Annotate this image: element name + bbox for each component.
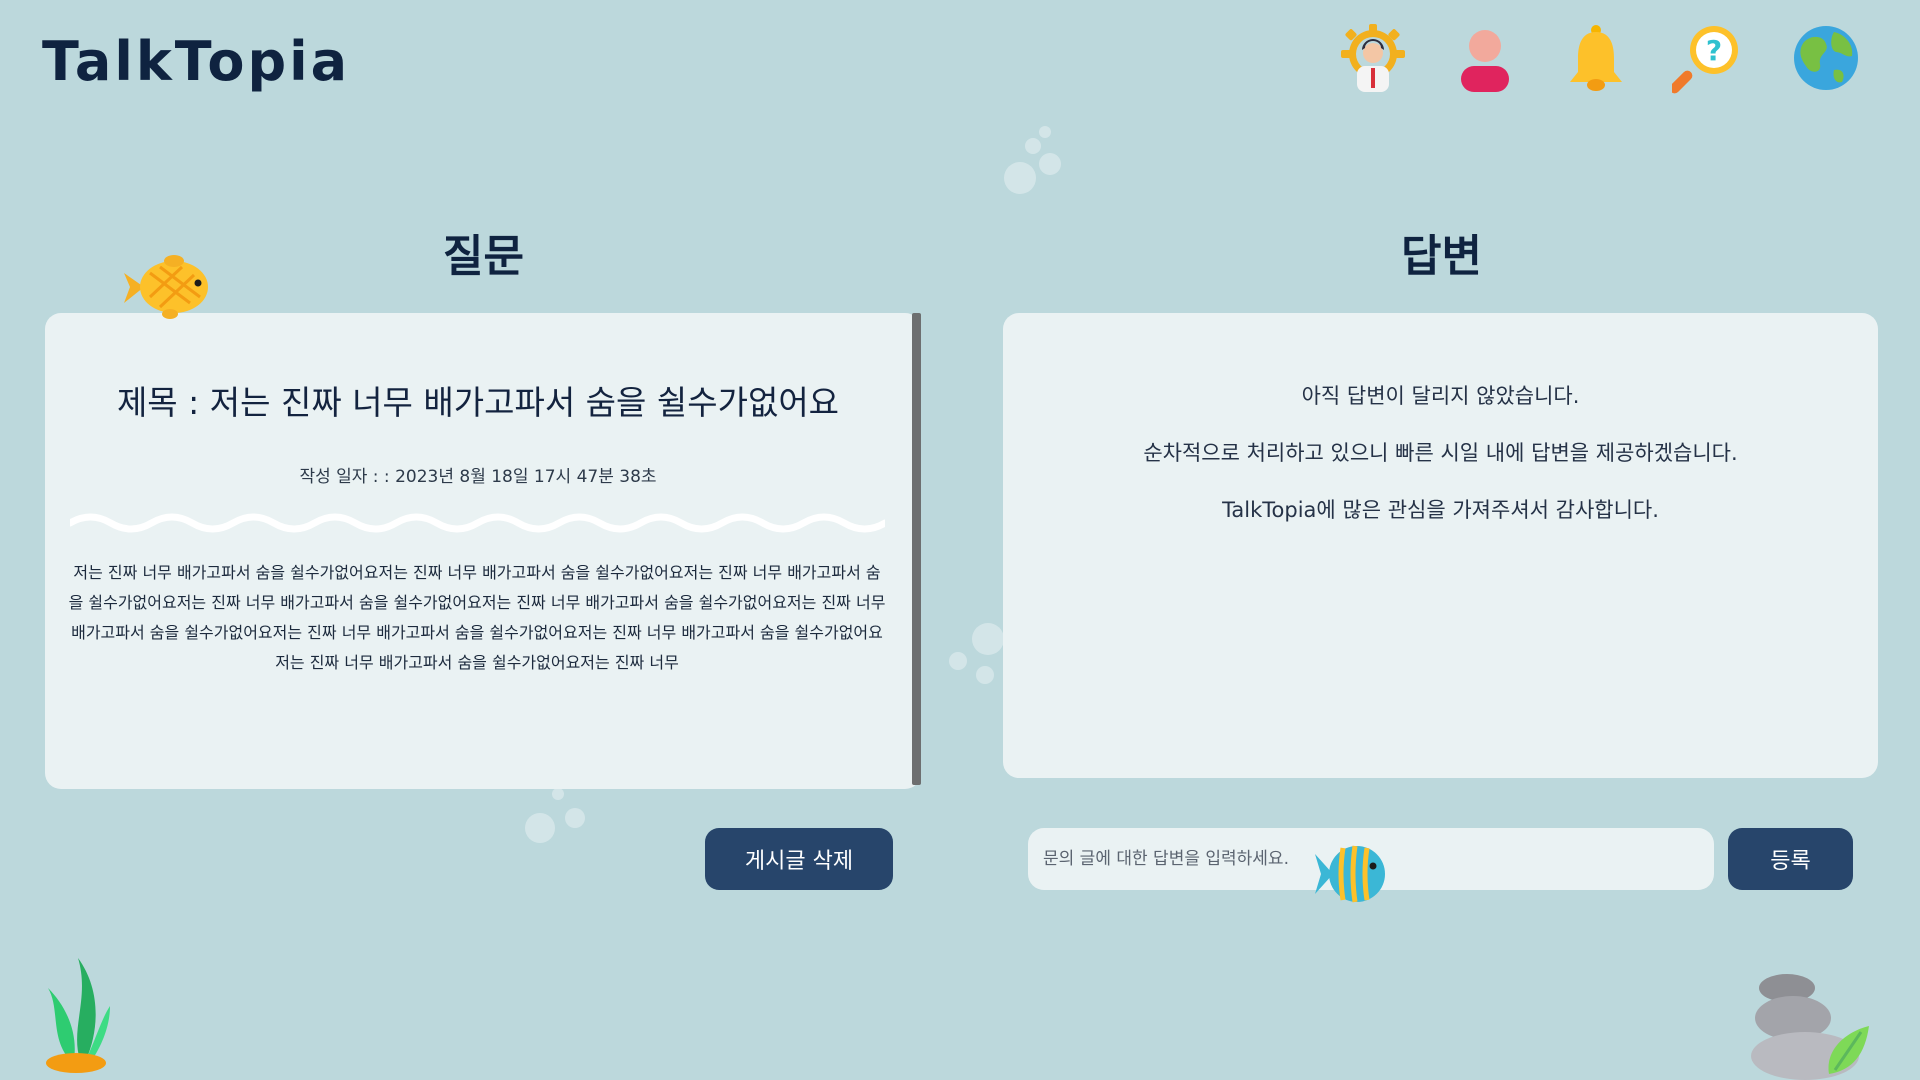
yellow-fish-icon [124, 255, 208, 319]
bubbles-decoration [1004, 126, 1061, 194]
delete-post-button[interactable]: 게시글 삭제 [705, 828, 893, 890]
rocks-icon [1751, 974, 1869, 1080]
wave-divider [70, 513, 885, 533]
seaweed-icon [46, 958, 110, 1073]
logo[interactable]: TalkTopia [42, 30, 350, 93]
help-search-icon[interactable]: ? [1669, 22, 1744, 94]
scrollbar[interactable] [912, 313, 921, 785]
answer-section-title: 답변 [1401, 231, 1482, 282]
answer-status-line: 아직 답변이 달리지 않았습니다. [1301, 384, 1580, 408]
answer-input[interactable] [1028, 828, 1714, 890]
globe-icon[interactable] [1790, 22, 1862, 94]
submit-answer-button[interactable]: 등록 [1728, 828, 1853, 890]
bell-icon[interactable] [1560, 22, 1632, 94]
answer-status-line: TalkTopia에 많은 관심을 가져주셔서 감사합니다. [1222, 498, 1659, 522]
profile-icon[interactable] [1449, 22, 1521, 94]
answer-status-line: 순차적으로 처리하고 있으니 빠른 시일 내에 답변을 제공하겠습니다. [1143, 441, 1738, 465]
admin-icon[interactable] [1337, 22, 1409, 94]
question-section-title: 질문 [443, 231, 524, 282]
question-date: 작성 일자 : : 2023년 8월 18일 17시 47분 38초 [299, 467, 657, 487]
question-title: 제목 : 저는 진짜 너무 배가고파서 숨을 쉴수가없어요 [116, 383, 840, 422]
question-body: 저는 진짜 너무 배가고파서 숨을 쉴수가없어요저는 진짜 너무 배가고파서 숨… [68, 563, 886, 672]
svg-text:?: ? [1706, 34, 1722, 67]
bubbles-decoration [525, 788, 585, 843]
